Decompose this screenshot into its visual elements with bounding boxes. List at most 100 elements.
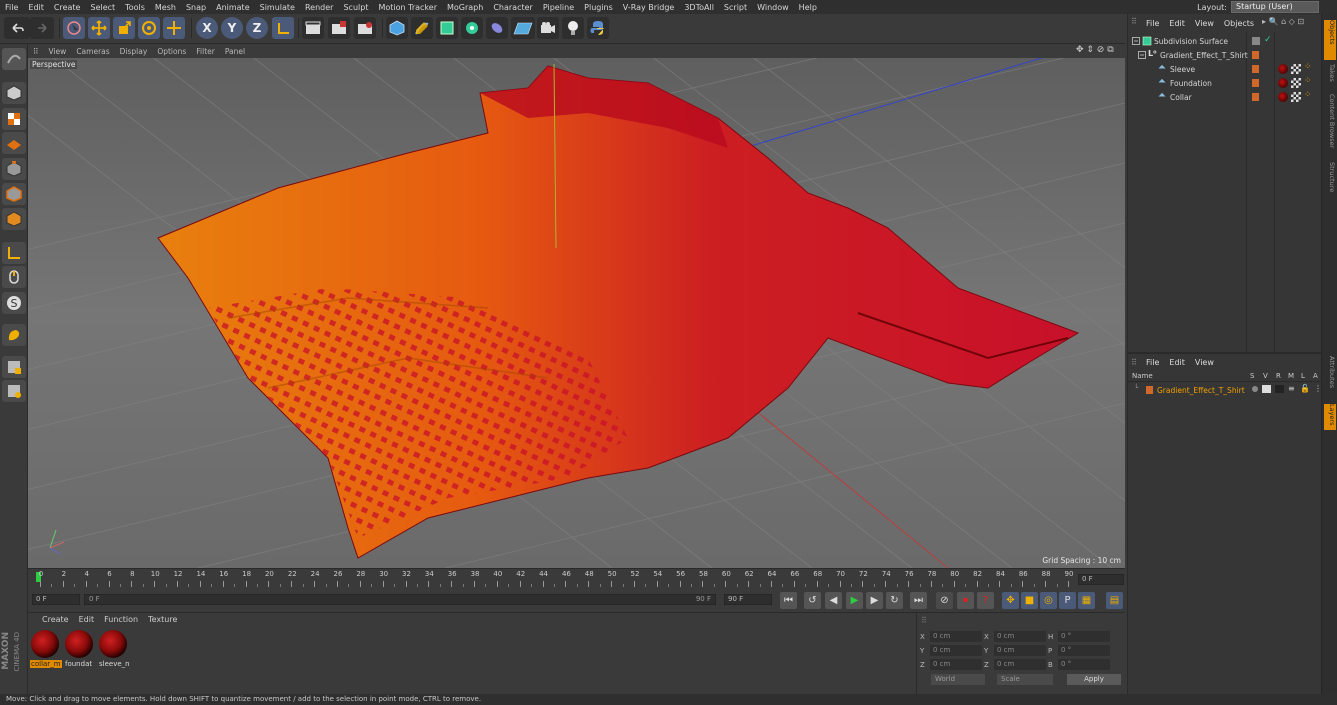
cloner-icon[interactable] — [461, 17, 483, 39]
coordinate-field[interactable]: 0 cm — [994, 631, 1046, 642]
menu-item-select[interactable]: Select — [85, 3, 120, 12]
object-row-gradient-effect-t-shirt[interactable]: L⁰ Gradient_Effect_T_Shirt — [1128, 48, 1322, 62]
rotate-tool-icon[interactable] — [138, 17, 160, 39]
layout-dropdown[interactable]: Startup (User) — [1231, 1, 1319, 13]
key-pla-icon[interactable]: ▦ — [1078, 592, 1095, 609]
menu-item-character[interactable]: Character — [488, 3, 538, 12]
lock-toggle-icon[interactable]: 🔓 — [1300, 384, 1310, 393]
select-arrow-icon[interactable] — [63, 17, 85, 39]
viewport-menu-panel[interactable]: Panel — [220, 47, 250, 56]
menu-item-sculpt[interactable]: Sculpt — [338, 3, 373, 12]
coordinate-field[interactable]: 0 ° — [1058, 631, 1110, 642]
coordinate-field[interactable]: 0 ° — [1058, 645, 1110, 656]
object-row-foundation[interactable]: ⏶ Foundation ⁘ — [1128, 76, 1322, 90]
workplane-lock-icon[interactable] — [2, 356, 26, 378]
render-view-icon[interactable] — [302, 17, 324, 39]
tweak-mode-icon[interactable] — [2, 266, 26, 288]
phong-tag-icon[interactable]: ⁘ — [1304, 76, 1312, 86]
layer-color-swatch[interactable] — [1252, 93, 1259, 101]
tab-layers[interactable]: Layers — [1324, 404, 1336, 430]
layer-menu-edit[interactable]: Edit — [1165, 358, 1189, 367]
collapse-icon[interactable] — [1138, 51, 1146, 59]
viewport-menu-filter[interactable]: Filter — [191, 47, 220, 56]
menu-item-pipeline[interactable]: Pipeline — [538, 3, 579, 12]
autokey-icon[interactable]: ⏺ — [957, 592, 974, 609]
menu-item-window[interactable]: Window — [752, 3, 794, 12]
key-rotation-icon[interactable]: ◎ — [1040, 592, 1057, 609]
layer-menu-file[interactable]: File — [1142, 358, 1163, 367]
layer-row[interactable]: └ Gradient_Effect_T_Shirt ≡ 🔓 ⋮ — [1128, 383, 1322, 397]
key-scale-icon[interactable]: ■ — [1021, 592, 1038, 609]
texture-mode-icon[interactable] — [2, 108, 26, 130]
phong-tag-icon[interactable]: ⁘ — [1304, 62, 1312, 72]
material-foundation[interactable]: foundat — [64, 630, 94, 674]
coordinate-field[interactable]: 0 cm — [994, 659, 1046, 670]
menu-item-tools[interactable]: Tools — [120, 3, 150, 12]
menu-item-script[interactable]: Script — [719, 3, 752, 12]
layer-icon[interactable] — [1252, 37, 1260, 45]
end-frame-field[interactable]: 90 F — [724, 594, 772, 605]
timeline-ruler[interactable]: 0 2 4 6 8 10 12 14 16 18 20 22 24 26 28 30 32 34 36 38 40 42 4… — [28, 568, 1125, 590]
menu-item-animate[interactable]: Animate — [211, 3, 255, 12]
menu-item-simulate[interactable]: Simulate — [255, 3, 300, 12]
tab-attributes[interactable]: Attributes — [1324, 356, 1336, 400]
phong-tag-icon[interactable]: ⁘ — [1304, 90, 1312, 100]
menu-item-mograph[interactable]: MoGraph — [442, 3, 488, 12]
make-editable-icon[interactable] — [2, 48, 26, 70]
polygons-mode-icon[interactable] — [2, 208, 26, 230]
next-key-icon[interactable]: ↻ — [886, 592, 903, 609]
x-axis-toggle[interactable]: X — [196, 17, 218, 39]
edges-mode-icon[interactable] — [2, 183, 26, 205]
key-position-icon[interactable]: ✥ — [1002, 592, 1019, 609]
object-menu-edit[interactable]: Edit — [1165, 19, 1189, 28]
menu-item-file[interactable]: File — [0, 3, 23, 12]
deformer-icon[interactable] — [486, 17, 508, 39]
viewport-menu-options[interactable]: Options — [152, 47, 191, 56]
workplane-mode-icon[interactable] — [2, 132, 26, 154]
layer-color-swatch[interactable] — [1146, 386, 1153, 394]
live-selection-icon[interactable] — [163, 17, 185, 39]
viewport-menu-cameras[interactable]: Cameras — [71, 47, 114, 56]
manager-toggle-icon[interactable]: ≡ — [1288, 384, 1295, 393]
viewport-navigation-icons[interactable]: ✥ ⇕ ⊘ ⧉ — [1076, 45, 1114, 55]
menu-item-render[interactable]: Render — [300, 3, 338, 12]
sculpt-brush-icon[interactable] — [2, 324, 26, 346]
material-tag-icon[interactable] — [1278, 78, 1288, 88]
uvw-tag-icon[interactable] — [1291, 64, 1301, 74]
move-tool-icon[interactable] — [88, 17, 110, 39]
view-toggle-icon[interactable] — [1262, 385, 1271, 393]
keyframe-selection-icon[interactable]: ? — [977, 592, 994, 609]
model-mode-icon[interactable] — [2, 82, 26, 104]
play-icon[interactable]: ▶ — [846, 592, 863, 609]
viewport-menu-view[interactable]: View — [44, 47, 72, 56]
subdivision-surface-icon[interactable] — [436, 17, 458, 39]
go-to-end-icon[interactable]: ⏭ — [910, 592, 927, 609]
y-axis-toggle[interactable]: Y — [221, 17, 243, 39]
material-tag-icon[interactable] — [1278, 64, 1288, 74]
key-parameter-icon[interactable]: P — [1059, 592, 1076, 609]
object-menu-view[interactable]: View — [1191, 19, 1218, 28]
current-frame-field[interactable]: 0 F — [1078, 574, 1124, 585]
apply-button[interactable]: Apply — [1067, 674, 1121, 685]
floor-icon[interactable] — [511, 17, 535, 39]
timeline-window-icon[interactable]: ▤ — [1106, 592, 1123, 609]
coordinate-field[interactable]: 0 cm — [930, 659, 982, 670]
viewport-menu-display[interactable]: Display — [115, 47, 153, 56]
render-settings-icon[interactable] — [354, 17, 376, 39]
coordinate-field[interactable]: 0 ° — [1058, 659, 1110, 670]
menu-item-motion-tracker[interactable]: Motion Tracker — [373, 3, 442, 12]
redo-button[interactable] — [30, 17, 54, 39]
object-row-subdivision-surface[interactable]: Subdivision Surface ✓ — [1128, 34, 1322, 48]
layer-color-swatch[interactable] — [1252, 65, 1259, 73]
layer-color-swatch[interactable] — [1252, 51, 1259, 59]
snap-icon[interactable]: S — [2, 292, 26, 314]
next-frame-icon[interactable]: ▶ — [866, 592, 883, 609]
material-menu-texture[interactable]: Texture — [144, 615, 181, 624]
object-menu-objects[interactable]: Objects — [1220, 19, 1258, 28]
render-toggle-icon[interactable] — [1275, 385, 1284, 393]
material-collar[interactable]: collar_m — [30, 630, 62, 674]
points-mode-icon[interactable] — [2, 158, 26, 180]
menu-item-edit[interactable]: Edit — [23, 3, 49, 12]
tab-objects[interactable]: Objects — [1324, 20, 1336, 60]
material-menu-function[interactable]: Function — [100, 615, 142, 624]
